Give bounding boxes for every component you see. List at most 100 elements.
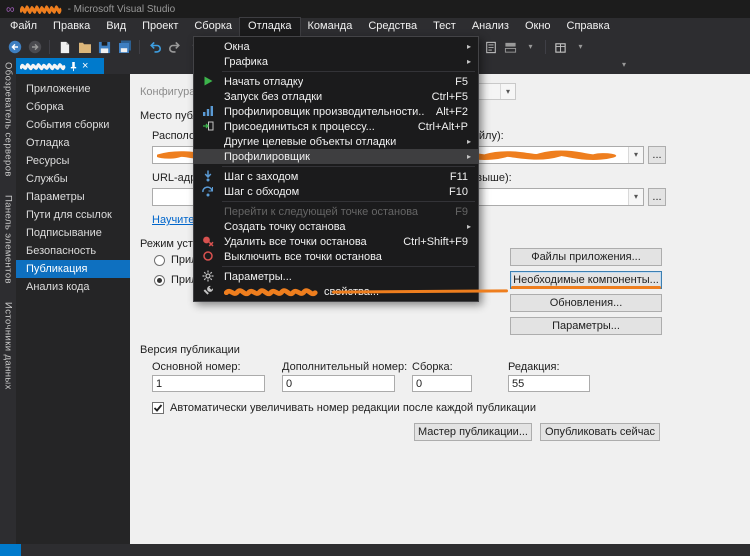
- auto-increment-label[interactable]: Автоматически увеличивать номер редакции…: [170, 402, 536, 414]
- auto-increment-checkbox[interactable]: [152, 402, 164, 414]
- layers-tool-button[interactable]: [502, 39, 519, 56]
- sidebar-item-settings[interactable]: Параметры: [16, 188, 130, 206]
- menu-item-disable-all-breakpoints[interactable]: Выключить все точки останова: [194, 249, 478, 264]
- scribble-redaction: [224, 287, 319, 297]
- menu-item-start-debugging[interactable]: Начать отладкуF5: [194, 74, 478, 89]
- navigate-back-button[interactable]: [6, 39, 23, 56]
- revision-version-input[interactable]: [508, 375, 590, 392]
- undo-icon: [148, 40, 162, 54]
- start-debug-icon: [202, 75, 214, 87]
- sidebar-item-services[interactable]: Службы: [16, 170, 130, 188]
- options-button[interactable]: Параметры...: [510, 317, 662, 335]
- radio-offline-available[interactable]: [154, 275, 165, 286]
- toolbar-separator: [545, 40, 546, 54]
- sidebar-item-debug[interactable]: Отладка: [16, 134, 130, 152]
- menu-window[interactable]: Окно: [517, 18, 559, 36]
- radio-online-only[interactable]: [154, 255, 165, 266]
- major-version-label: Основной номер:: [152, 361, 241, 373]
- menu-item-attach-to-process[interactable]: Присоединиться к процессу...Ctrl+Alt+P: [194, 119, 478, 134]
- submenu-arrow-icon: ▸: [467, 137, 471, 146]
- sidebar-item-build[interactable]: Сборка: [16, 98, 130, 116]
- docwell-dropdown-icon[interactable]: ▾: [622, 61, 626, 69]
- new-file-button[interactable]: [56, 39, 73, 56]
- navigate-forward-button[interactable]: [26, 39, 43, 56]
- status-bar: [0, 544, 750, 556]
- major-version-input[interactable]: [152, 375, 265, 392]
- chevron-down-icon: ▾: [528, 43, 532, 51]
- close-icon[interactable]: ×: [82, 60, 88, 72]
- sidebar-item-publish[interactable]: Публикация: [16, 260, 130, 278]
- publish-now-button[interactable]: Опубликовать сейчас: [540, 423, 660, 441]
- chevron-down-icon[interactable]: ▾: [628, 189, 643, 205]
- navigate-back-icon: [8, 40, 22, 54]
- sidebar-item-application[interactable]: Приложение: [16, 80, 130, 98]
- menu-item-options[interactable]: Параметры...: [194, 269, 478, 284]
- redo-button[interactable]: [166, 39, 183, 56]
- menu-item-profiler[interactable]: Профилировщик▸: [194, 149, 478, 164]
- application-files-button[interactable]: Файлы приложения...: [510, 248, 662, 266]
- sidebar-tab-toolbox[interactable]: Панель элементов: [3, 195, 14, 284]
- menu-item-step-over[interactable]: Шаг с обходомF10: [194, 184, 478, 199]
- sidebar-item-code-analysis[interactable]: Анализ кода: [16, 278, 130, 296]
- open-file-button[interactable]: [76, 39, 93, 56]
- document-tool-button[interactable]: [482, 39, 499, 56]
- sidebar-item-resources[interactable]: Ресурсы: [16, 152, 130, 170]
- submenu-arrow-icon: ▸: [467, 42, 471, 51]
- toolbar-right-dropdown-button-2[interactable]: ▾: [572, 39, 589, 56]
- menu-item-step-into[interactable]: Шаг с заходомF11: [194, 169, 478, 184]
- menu-item-new-breakpoint[interactable]: Создать точку останова▸: [194, 219, 478, 234]
- menu-item-delete-all-breakpoints[interactable]: Удалить все точки остановаCtrl+Shift+F9: [194, 234, 478, 249]
- menu-test[interactable]: Тест: [425, 18, 464, 36]
- gear-icon: [202, 270, 214, 282]
- revision-version-label: Редакция:: [508, 361, 560, 373]
- menu-edit[interactable]: Правка: [45, 18, 98, 36]
- menu-view[interactable]: Вид: [98, 18, 134, 36]
- toolbar-separator: [49, 40, 50, 54]
- minor-version-input[interactable]: [282, 375, 395, 392]
- save-button[interactable]: [96, 39, 113, 56]
- title-bar: ∞ - Microsoft Visual Studio: [0, 0, 750, 18]
- sidebar-item-signing[interactable]: Подписывание: [16, 224, 130, 242]
- new-file-icon: [58, 41, 71, 54]
- sidebar-item-security[interactable]: Безопасность: [16, 242, 130, 260]
- publish-wizard-button[interactable]: Мастер публикации...: [414, 423, 532, 441]
- sidebar-tab-data-sources[interactable]: Источники данных: [3, 302, 14, 390]
- toolbar-right-dropdown-button[interactable]: ▾: [522, 39, 539, 56]
- wrench-icon: [202, 285, 214, 297]
- menu-team[interactable]: Команда: [300, 18, 361, 36]
- performance-profiler-icon: [202, 105, 214, 117]
- menu-debug[interactable]: Отладка: [240, 18, 299, 36]
- menu-help[interactable]: Справка: [559, 18, 618, 36]
- menu-project[interactable]: Проект: [134, 18, 186, 36]
- menu-item-graphics[interactable]: Графика▸: [194, 54, 478, 69]
- menu-analyze[interactable]: Анализ: [464, 18, 517, 36]
- sidebar-item-reference-paths[interactable]: Пути для ссылок: [16, 206, 130, 224]
- menu-item-windows[interactable]: Окна▸: [194, 39, 478, 54]
- menu-item-start-without-debugging[interactable]: Запуск без отладкиCtrl+F5: [194, 89, 478, 104]
- menu-file[interactable]: Файл: [2, 18, 45, 36]
- menu-tools[interactable]: Средства: [360, 18, 425, 36]
- menu-item-go-to-next-breakpoint: Перейти к следующей точке остановаF9: [194, 204, 478, 219]
- menu-separator: [222, 71, 475, 72]
- sidebar-tab-server-explorer[interactable]: Обозреватель серверов: [3, 62, 14, 177]
- save-all-button[interactable]: [116, 39, 133, 56]
- install-url-browse-button[interactable]: ...: [648, 188, 666, 206]
- menu-item-performance-profiler[interactable]: Профилировщик производительности...Alt+F…: [194, 104, 478, 119]
- pin-icon[interactable]: [69, 61, 78, 72]
- undo-button[interactable]: [146, 39, 163, 56]
- scribble-redaction: [20, 4, 62, 15]
- publish-location-browse-button[interactable]: ...: [648, 146, 666, 164]
- updates-button[interactable]: Обновления...: [510, 294, 662, 312]
- status-accent-block[interactable]: [0, 544, 21, 556]
- annotation-line: [511, 286, 661, 289]
- attach-process-icon: [202, 120, 214, 132]
- check-icon: [153, 403, 163, 413]
- package-tool-button[interactable]: [552, 39, 569, 56]
- sidebar-item-build-events[interactable]: События сборки: [16, 116, 130, 134]
- menu-build[interactable]: Сборка: [186, 18, 240, 36]
- submenu-arrow-icon: ▸: [467, 57, 471, 66]
- chevron-down-icon[interactable]: ▾: [628, 147, 643, 163]
- active-document-tab[interactable]: ×: [16, 58, 104, 74]
- menu-item-other-debug-targets[interactable]: Другие целевые объекты отладки▸: [194, 134, 478, 149]
- build-version-input[interactable]: [412, 375, 472, 392]
